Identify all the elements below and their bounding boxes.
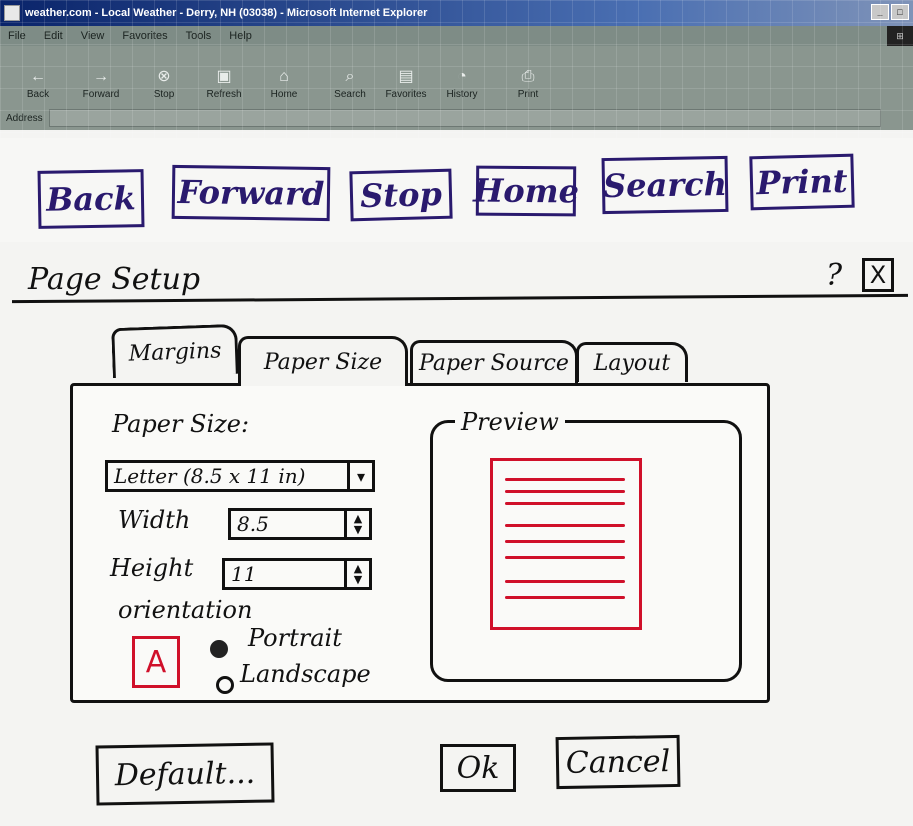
- proto-home-button[interactable]: Home: [473, 165, 579, 217]
- height-value: 11: [231, 562, 257, 586]
- portrait-radio[interactable]: [210, 640, 228, 658]
- tab-layout[interactable]: Layout: [576, 342, 688, 382]
- back-arrow-icon: ←: [30, 68, 46, 85]
- tab-paper-source[interactable]: Paper Source: [410, 340, 578, 384]
- toolbar-stop-label: Stop: [153, 89, 175, 100]
- preview-text-line: [505, 524, 625, 527]
- height-stepper-icon[interactable]: ▲ ▼: [344, 561, 369, 587]
- address-label: Address: [6, 112, 43, 124]
- proto-print-button[interactable]: Print: [749, 153, 855, 211]
- help-icon[interactable]: ?: [826, 258, 842, 293]
- toolbar-refresh-button[interactable]: ▣ Refresh: [192, 68, 256, 100]
- paper-size-label: Paper Size:: [112, 410, 250, 438]
- address-bar: Address: [0, 106, 913, 130]
- paper-size-dropdown[interactable]: Letter (8.5 x 11 in) ▾: [105, 460, 375, 492]
- stop-icon: ⊗: [157, 68, 171, 85]
- width-stepper-icon[interactable]: ▲ ▼: [344, 511, 369, 537]
- print-icon: ⎙: [521, 68, 535, 85]
- history-icon: ◔: [457, 68, 467, 85]
- toolbar-history-label: History: [446, 89, 478, 100]
- window-title: weather.com - Local Weather - Derry, NH …: [25, 7, 428, 19]
- menu-tools[interactable]: Tools: [186, 30, 212, 42]
- preview-text-line: [505, 556, 625, 559]
- menu-help[interactable]: Help: [229, 30, 252, 42]
- proto-stop-button[interactable]: Stop: [349, 168, 453, 222]
- refresh-icon: ▣: [216, 68, 232, 85]
- portrait-label: Portrait: [248, 624, 342, 652]
- toolbar-forward-button[interactable]: → Forward: [66, 68, 136, 100]
- toolbar-favorites-button[interactable]: ▤ Favorites: [378, 68, 434, 100]
- height-label: Height: [110, 554, 194, 582]
- toolbar-home-button[interactable]: ⌂ Home: [256, 68, 312, 100]
- preview-text-line: [505, 580, 625, 583]
- toolbar-forward-label: Forward: [82, 89, 120, 100]
- toolbar-print-button[interactable]: ⎙ Print: [500, 68, 556, 100]
- chevron-down-icon[interactable]: ▾: [347, 463, 372, 489]
- preview-page-icon: [490, 458, 642, 630]
- home-icon: ⌂: [279, 68, 289, 85]
- toolbar-refresh-label: Refresh: [206, 89, 242, 100]
- width-field[interactable]: 8.5 ▲ ▼: [228, 508, 372, 540]
- menu-file[interactable]: File: [8, 30, 26, 42]
- landscape-label: Landscape: [240, 660, 371, 688]
- tab-margins[interactable]: Margins: [111, 323, 239, 379]
- preview-text-line: [505, 596, 625, 599]
- forward-arrow-icon: →: [93, 68, 109, 85]
- height-field[interactable]: 11 ▲ ▼: [222, 558, 372, 590]
- toolbar-favorites-label: Favorites: [385, 89, 427, 100]
- preview-text-line: [505, 502, 625, 505]
- browser-toolbar: ← Back → Forward ⊗ Stop ▣ Refresh ⌂ Home ⌕ Sea…: [0, 46, 913, 106]
- preview-text-line: [505, 490, 625, 493]
- default-button[interactable]: Default...: [95, 742, 275, 806]
- toolbar-print-label: Print: [517, 89, 539, 100]
- minimize-icon[interactable]: _: [871, 4, 889, 20]
- toolbar-home-label: Home: [270, 89, 298, 100]
- ie-icon: [4, 5, 20, 21]
- preview-text-line: [505, 478, 625, 481]
- width-label: Width: [118, 506, 191, 534]
- menu-edit[interactable]: Edit: [44, 30, 63, 42]
- toolbar-back-button[interactable]: ← Back: [10, 68, 66, 100]
- browser-menu-bar: File Edit View Favorites Tools Help ⊞: [0, 26, 913, 46]
- width-value: 8.5: [237, 512, 269, 536]
- landscape-radio[interactable]: [216, 676, 234, 694]
- toolbar-history-button[interactable]: ◔ History: [434, 68, 490, 100]
- menu-view[interactable]: View: [81, 30, 105, 42]
- toolbar-search-button[interactable]: ⌕ Search: [322, 68, 378, 100]
- orientation-label: orientation: [118, 596, 253, 624]
- address-input[interactable]: [48, 109, 881, 127]
- toolbar-search-label: Search: [334, 89, 366, 100]
- preview-text-line: [505, 540, 625, 543]
- close-icon[interactable]: X: [862, 258, 894, 292]
- toolbar-stop-button[interactable]: ⊗ Stop: [136, 68, 192, 100]
- proto-forward-button[interactable]: Forward: [171, 164, 331, 222]
- cancel-button[interactable]: Cancel: [555, 734, 681, 790]
- dialog-title: Page Setup: [28, 262, 201, 297]
- proto-back-button[interactable]: Back: [37, 169, 145, 229]
- window-controls: _ □: [871, 4, 909, 20]
- search-icon: ⌕: [345, 68, 355, 85]
- windows-logo-icon: ⊞: [887, 26, 913, 46]
- orientation-preview-icon: A: [132, 636, 180, 688]
- browser-title-bar: weather.com - Local Weather - Derry, NH …: [0, 0, 913, 26]
- paper-size-value: Letter (8.5 x 11 in): [114, 464, 306, 488]
- favorites-icon: ▤: [398, 68, 414, 85]
- toolbar-back-label: Back: [26, 89, 50, 100]
- preview-label: Preview: [455, 408, 565, 436]
- ok-button[interactable]: Ok: [440, 744, 516, 792]
- tab-paper-size[interactable]: Paper Size: [238, 336, 408, 386]
- proto-search-button[interactable]: Search: [601, 155, 729, 215]
- maximize-icon[interactable]: □: [891, 4, 909, 20]
- menu-favorites[interactable]: Favorites: [122, 30, 167, 42]
